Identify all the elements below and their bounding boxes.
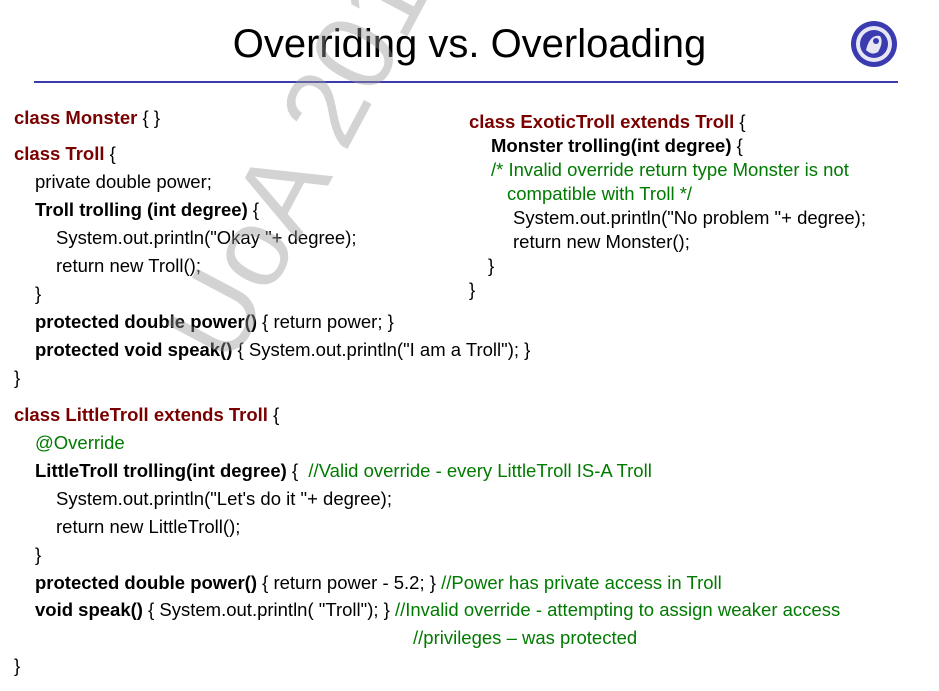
code-token: /* Invalid override return type Monster … [491,159,849,180]
right-code-line: } [469,279,475,301]
code-token: @Override [35,432,125,453]
code-token: //Power has private access in Troll [441,572,722,593]
code-token: { [731,135,743,156]
left-code-line: System.out.println("Okay "+ degree); [56,227,357,249]
left-code-line: System.out.println("Let's do it "+ degre… [56,488,392,510]
code-token: compatible with Troll */ [507,183,693,204]
code-token: void speak() [35,599,143,620]
left-code-line: @Override [35,432,125,454]
code-token: { [734,111,746,132]
left-code-line: } [14,367,20,389]
title-divider [34,81,898,83]
code-token: protected double power() [35,572,257,593]
right-code-line: return new Monster(); [513,231,690,253]
code-token: } [14,655,21,676]
right-code-line: Monster trolling(int degree) { [491,135,743,157]
code-token: //privileges – was protected [413,627,638,648]
left-code-line: class Troll { [14,143,116,165]
code-token: } [35,283,42,304]
left-code-line: protected double power() { return power;… [35,311,394,333]
code-token: } [35,544,42,565]
code-token: return new Troll(); [56,255,201,276]
left-code-line: LittleTroll trolling(int degree) { //Val… [35,460,652,482]
right-code-line: compatible with Troll */ [507,183,692,205]
code-token: { [247,199,260,220]
code-token: return new Monster(); [513,231,690,252]
left-code-line: Troll trolling (int degree) { [35,199,259,221]
code-token: protected double power() [35,311,257,332]
left-code-line: } [35,283,41,305]
left-code-line: void speak() { System.out.println( "Trol… [35,599,840,621]
code-token: { [286,460,309,481]
code-token: class ExoticTroll extends Troll [469,111,735,132]
right-code-line: class ExoticTroll extends Troll { [469,111,746,133]
university-seal-icon [851,21,897,67]
code-token: System.out.println("Okay "+ degree); [56,227,357,248]
code-token: Monster trolling(int degree) [491,135,732,156]
code-token: } [469,279,476,300]
code-token: class LittleTroll extends Troll [14,404,268,425]
code-token: System.out.println("No problem "+ degree… [513,207,866,228]
code-token: //Invalid override - attempting to assig… [394,599,841,620]
slide-title: Overriding vs. Overloading [232,22,707,66]
left-code-line: return new LittleTroll(); [56,516,240,538]
left-code-line: private double power; [35,171,212,193]
code-token: } [488,255,495,276]
code-token: System.out.println("Let's do it "+ degre… [56,488,392,509]
code-token: class Monster [14,107,138,128]
left-code-line: protected double power() { return power … [35,572,722,594]
right-code-line: } [488,255,494,277]
left-code-line: //privileges – was protected [413,627,637,649]
code-token: { System.out.println("I am a Troll"); } [232,339,531,360]
code-token: LittleTroll trolling(int degree) [35,460,287,481]
code-token: { } [137,107,161,128]
code-token: protected void speak() [35,339,233,360]
left-code-line: class LittleTroll extends Troll { [14,404,279,426]
left-code-line: return new Troll(); [56,255,201,277]
code-token: private double power; [35,171,212,192]
left-code-line: } [14,655,20,677]
code-token: Troll trolling (int degree) [35,199,248,220]
code-token: { System.out.println( "Troll"); } [142,599,395,620]
code-token: class Troll [14,143,105,164]
code-token: return new LittleTroll(); [56,516,241,537]
code-token: { return power - 5.2; } [257,572,442,593]
right-code-line: /* Invalid override return type Monster … [491,159,849,181]
left-code-line: protected void speak() { System.out.prin… [35,339,530,361]
code-token: { [104,143,116,164]
left-code-line: } [35,544,41,566]
code-token: { return power; } [257,311,394,332]
right-code-line: System.out.println("No problem "+ degree… [513,207,866,229]
code-token: //Valid override - every LittleTroll IS-… [308,460,652,481]
code-token: { [267,404,280,425]
left-code-line: class Monster { } [14,107,160,129]
code-token: } [14,367,21,388]
